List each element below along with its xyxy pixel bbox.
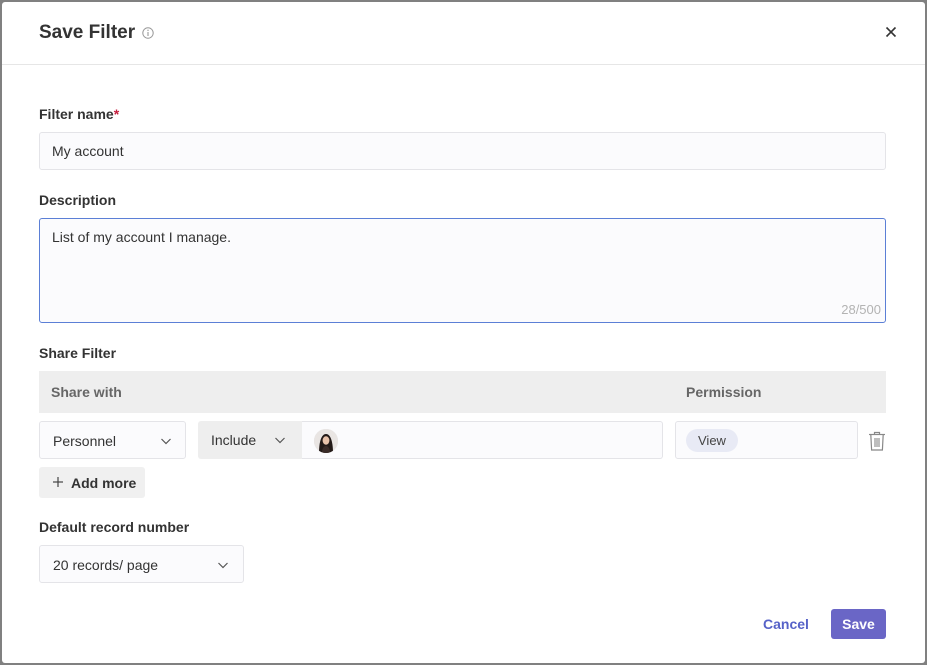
required-mark: * bbox=[113, 106, 120, 122]
save-filter-dialog: Save Filter Filter name* My account Desc… bbox=[2, 2, 925, 663]
share-with-column-header: Share with bbox=[51, 384, 122, 400]
user-avatar[interactable] bbox=[314, 429, 338, 453]
permission-chip[interactable]: View bbox=[686, 429, 738, 452]
chevron-down-icon bbox=[275, 437, 285, 444]
info-icon[interactable] bbox=[142, 27, 154, 39]
description-text: List of my account I manage. bbox=[52, 229, 231, 245]
save-button[interactable]: Save bbox=[831, 609, 886, 639]
records-per-page-select[interactable]: 20 records/ page bbox=[39, 545, 244, 583]
dialog-title: Save Filter bbox=[39, 22, 136, 43]
chevron-down-icon bbox=[218, 562, 228, 569]
share-type-select[interactable]: Personnel bbox=[39, 421, 186, 459]
include-mode-value: Include bbox=[211, 432, 257, 448]
share-type-value: Personnel bbox=[53, 433, 117, 449]
share-filter-label: Share Filter bbox=[39, 345, 117, 361]
filter-name-label: Filter name* bbox=[39, 106, 120, 122]
chevron-down-icon bbox=[161, 438, 171, 445]
people-picker[interactable] bbox=[302, 421, 663, 459]
avatar-image bbox=[314, 429, 338, 453]
filter-name-input[interactable]: My account bbox=[39, 132, 886, 170]
cancel-button[interactable]: Cancel bbox=[754, 609, 818, 639]
permission-column-header: Permission bbox=[686, 384, 762, 400]
records-per-page-value: 20 records/ page bbox=[53, 557, 159, 573]
share-table-header: Share with Permission bbox=[39, 371, 886, 413]
default-record-number-label: Default record number bbox=[39, 519, 190, 535]
include-mode-select[interactable]: Include bbox=[198, 421, 302, 459]
add-more-button[interactable]: Add more bbox=[39, 467, 145, 498]
plus-icon bbox=[53, 477, 63, 487]
trash-icon[interactable] bbox=[868, 431, 886, 451]
description-textarea[interactable]: List of my account I manage. 28/500 bbox=[39, 218, 886, 323]
add-more-label: Add more bbox=[71, 475, 137, 491]
dialog-header: Save Filter bbox=[2, 2, 925, 65]
close-icon[interactable] bbox=[883, 24, 899, 40]
permission-select[interactable]: View bbox=[675, 421, 858, 459]
character-counter: 28/500 bbox=[841, 302, 881, 317]
description-label: Description bbox=[39, 192, 117, 208]
